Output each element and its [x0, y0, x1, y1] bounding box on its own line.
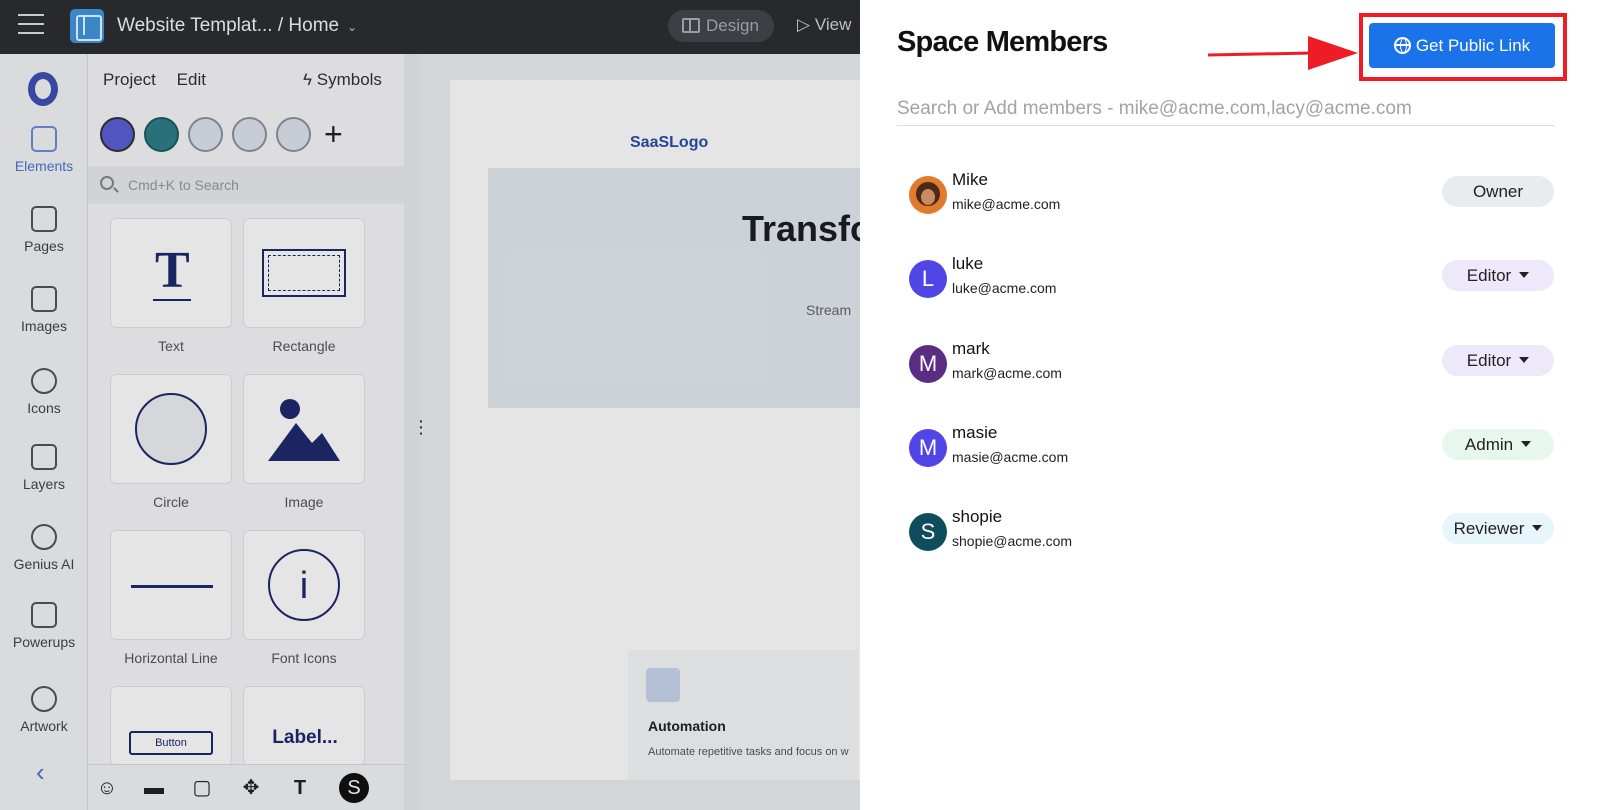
role-dropdown[interactable]: Editor: [1442, 344, 1554, 376]
space-members-panel: Space Members Get Public Link Mike mike@a…: [860, 0, 1600, 810]
member-row: Sshopie shopie@acme.com Reviewer: [897, 507, 1554, 567]
member-row: Mmasie masie@acme.com Admin: [897, 423, 1554, 483]
avatar: M: [909, 428, 947, 467]
member-email: mark@acme.com: [952, 364, 1062, 381]
caret-down-icon: [1519, 272, 1530, 279]
layout-icon: [682, 18, 700, 33]
breadcrumb[interactable]: Website Templat... / Home ⌄: [117, 15, 357, 37]
editor-area: Website Templat... / Home ⌄ Design ▷ View…: [0, 0, 860, 810]
member-search-input[interactable]: [897, 92, 1554, 126]
member-name: mark: [952, 338, 990, 358]
role-dropdown[interactable]: Reviewer: [1442, 513, 1554, 545]
get-public-link-button[interactable]: Get Public Link: [1369, 23, 1555, 68]
caret-down-icon: [1521, 440, 1532, 447]
modal-overlay[interactable]: [0, 54, 860, 810]
caret-down-icon: [1532, 525, 1543, 532]
member-name: shopie: [952, 507, 1003, 527]
member-row: Mmark mark@acme.com Editor: [897, 339, 1554, 399]
avatar: S: [909, 513, 947, 552]
member-email: luke@acme.com: [952, 280, 1057, 297]
role-label: Editor: [1466, 266, 1512, 286]
globe-icon: [1393, 37, 1411, 54]
avatar: M: [909, 344, 947, 383]
hamburger-menu-icon[interactable]: [18, 14, 44, 36]
role-label: Reviewer: [1453, 519, 1525, 539]
member-row: Lluke luke@acme.com Editor: [897, 254, 1554, 314]
chevron-down-icon: ⌄: [347, 20, 358, 34]
role-dropdown[interactable]: Editor: [1442, 260, 1554, 292]
member-email: mike@acme.com: [952, 196, 1061, 212]
member-row: Mike mike@acme.com Owner: [897, 170, 1554, 230]
avatar: L: [909, 260, 947, 299]
play-icon: ▷: [797, 15, 811, 34]
panel-title: Space Members: [897, 26, 1108, 58]
member-name: Mike: [952, 170, 988, 189]
top-bar: Website Templat... / Home ⌄ Design ▷ View: [0, 0, 860, 54]
role-label: Owner: [1472, 182, 1524, 201]
app-logo: [70, 9, 104, 43]
view-button[interactable]: ▷ View: [797, 15, 851, 35]
design-button[interactable]: Design: [668, 10, 774, 42]
avatar: [909, 176, 947, 214]
role-badge: Owner: [1442, 176, 1554, 207]
annotation-arrow: [1208, 36, 1358, 70]
role-label: Editor: [1466, 350, 1512, 370]
caret-down-icon: [1519, 356, 1530, 363]
member-email: shopie@acme.com: [952, 533, 1073, 550]
role-label: Admin: [1464, 434, 1514, 454]
member-name: luke: [952, 254, 984, 274]
member-name: masie: [952, 422, 998, 442]
kebab-menu-icon[interactable]: ⋮: [412, 418, 430, 436]
member-email: masie@acme.com: [952, 448, 1069, 465]
role-dropdown[interactable]: Admin: [1442, 428, 1554, 460]
